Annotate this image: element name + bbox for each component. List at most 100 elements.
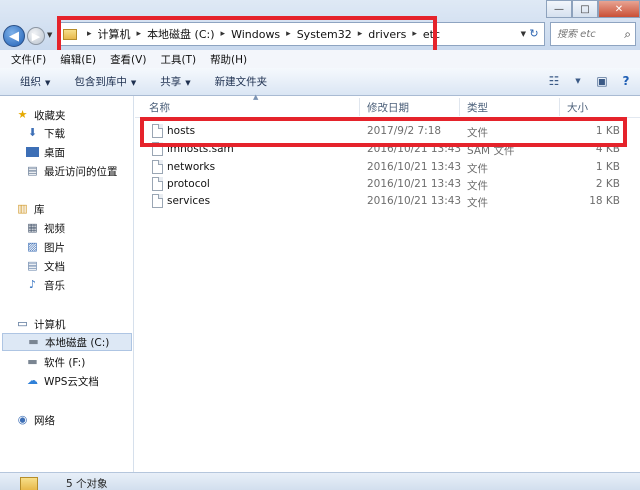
column-headers: ▲ 名称 修改日期 类型 大小: [135, 93, 640, 118]
document-icon: ▤: [27, 259, 38, 272]
recent-places-icon: ▤: [27, 164, 38, 177]
forward-button[interactable]: ▶: [27, 27, 45, 45]
share-label: 共享: [160, 76, 182, 88]
back-arrow-icon: ◀: [9, 28, 19, 44]
nav-computer-label: 计算机: [34, 318, 66, 331]
include-in-library-label: 包含到库中: [74, 76, 127, 88]
include-in-library-button[interactable]: 包含到库中 ▼: [62, 74, 148, 89]
hard-drive-icon: ▬: [28, 335, 39, 348]
column-header-size[interactable]: 大小: [567, 100, 588, 115]
nav-desktop-label: 桌面: [44, 146, 65, 159]
chevron-down-icon: ▼: [185, 79, 191, 87]
nav-videos-label: 视频: [44, 222, 65, 235]
nav-pictures-label: 图片: [44, 241, 65, 254]
back-button[interactable]: ◀: [3, 25, 25, 47]
nav-software-drive-label: 软件 (F:): [44, 356, 86, 369]
drive-icon: ▬: [27, 355, 38, 368]
sort-indicator-icon: ▲: [253, 93, 259, 101]
nav-network[interactable]: ◉ 网络: [16, 411, 150, 429]
menu-file[interactable]: 文件(F): [4, 52, 53, 67]
nav-documents-label: 文档: [44, 260, 65, 273]
menu-help[interactable]: 帮助(H): [203, 52, 254, 67]
file-date: 2016/10/21 13:43: [367, 195, 462, 207]
nav-downloads-label: 下载: [44, 127, 65, 140]
file-row-services[interactable]: services 2016/10/21 13:43 文件 18 KB: [140, 193, 635, 210]
nav-network-label: 网络: [34, 414, 55, 427]
nav-favorites-label: 收藏夹: [34, 109, 66, 122]
menu-bar: 文件(F) 编辑(E) 查看(V) 工具(T) 帮助(H): [0, 50, 640, 68]
video-icon: ▦: [27, 221, 38, 234]
search-input[interactable]: [557, 28, 617, 40]
maximize-button[interactable]: □: [572, 0, 598, 18]
view-options-icon[interactable]: ☷: [546, 73, 562, 89]
recent-pages-dropdown-icon[interactable]: ▼: [47, 31, 52, 39]
file-date: 2016/10/21 13:43: [367, 161, 462, 173]
help-icon[interactable]: ?: [618, 73, 634, 89]
computer-icon: ▭: [17, 317, 28, 330]
nav-computer[interactable]: ▭ 计算机: [16, 315, 150, 333]
column-divider[interactable]: [459, 98, 460, 116]
file-size: 1 KB: [595, 161, 620, 173]
column-divider[interactable]: [359, 98, 360, 116]
music-note-icon: ♪: [28, 278, 37, 291]
file-row-networks[interactable]: networks 2016/10/21 13:43 文件 1 KB: [140, 159, 635, 176]
library-icon: ▥: [17, 202, 28, 215]
nav-libraries[interactable]: ▥ 库: [16, 200, 150, 218]
nav-favorites[interactable]: ★ 收藏夹: [16, 106, 150, 124]
column-divider[interactable]: [559, 98, 560, 116]
file-list: ▲ 名称 修改日期 类型 大小 hosts 2017/9/2 7:18 文件 1…: [135, 93, 640, 472]
organize-button[interactable]: 组织 ▼: [8, 74, 62, 89]
file-type: 文件: [467, 197, 488, 209]
file-type: 文件: [467, 180, 488, 192]
nav-music-label: 音乐: [44, 279, 65, 292]
network-icon: ◉: [17, 413, 28, 426]
picture-icon: ▨: [27, 240, 38, 253]
file-icon: [152, 160, 163, 174]
command-bar: 组织 ▼ 包含到库中 ▼ 共享 ▼ 新建文件夹 ☷ ▼ ▣ ?: [0, 68, 640, 96]
file-icon: [152, 177, 163, 191]
file-row-protocol[interactable]: protocol 2016/10/21 13:43 文件 2 KB: [140, 176, 635, 193]
nav-wps-cloud-label: WPS云文档: [44, 375, 99, 388]
file-name: networks: [167, 161, 216, 173]
chevron-down-icon: ▼: [130, 79, 137, 87]
chevron-down-icon: ▼: [45, 79, 51, 87]
address-highlight-box: [57, 16, 437, 54]
downloads-folder-icon: ⬇: [27, 126, 38, 139]
view-controls: ☷ ▼ ▣ ?: [546, 73, 634, 89]
search-box[interactable]: ⌕: [550, 22, 636, 46]
navigation-pane: ★ 收藏夹 ⬇ 下载 桌面 ▤ 最近访问的位置 ▥ 库 ▦ 视频 ▨ 图片 ▤ 文档 ♪ 音乐 …: [0, 96, 134, 472]
preview-pane-icon[interactable]: ▣: [594, 73, 610, 89]
search-icon[interactable]: ⌕: [624, 27, 631, 42]
status-bar: 5 个对象: [0, 472, 640, 490]
minimize-button[interactable]: —: [546, 0, 572, 18]
folder-icon: [20, 477, 38, 490]
menu-view[interactable]: 查看(V): [103, 52, 153, 67]
new-folder-button[interactable]: 新建文件夹: [203, 74, 280, 89]
file-date: 2016/10/21 13:43: [367, 178, 462, 190]
nav-local-disk[interactable]: ▬ 本地磁盘 (C:): [2, 333, 132, 351]
nav-libraries-label: 库: [34, 203, 45, 216]
file-name: protocol: [167, 178, 210, 190]
file-size: 18 KB: [589, 195, 620, 207]
hosts-highlight-box: [140, 117, 627, 147]
organize-label: 组织: [20, 76, 41, 88]
close-button[interactable]: ✕: [598, 0, 640, 18]
nav-recent-places-label: 最近访问的位置: [44, 165, 118, 178]
share-button[interactable]: 共享 ▼: [148, 74, 202, 89]
file-type: 文件: [467, 163, 488, 175]
column-header-type[interactable]: 类型: [467, 100, 488, 115]
menu-edit[interactable]: 编辑(E): [53, 52, 103, 67]
window-controls: — □ ✕: [546, 0, 640, 18]
refresh-icon[interactable]: ↻: [526, 25, 542, 43]
file-size: 2 KB: [595, 178, 620, 190]
menu-tools[interactable]: 工具(T): [153, 52, 203, 67]
chevron-down-icon[interactable]: ▼: [570, 73, 586, 89]
column-header-name[interactable]: 名称: [149, 100, 170, 115]
desktop-icon: [26, 147, 39, 157]
file-name: services: [167, 195, 211, 207]
star-icon: ★: [17, 108, 28, 121]
cloud-icon: ☁: [27, 374, 38, 387]
forward-arrow-icon: ▶: [31, 29, 41, 43]
column-header-date[interactable]: 修改日期: [367, 100, 409, 115]
item-count: 5 个对象: [66, 478, 108, 490]
